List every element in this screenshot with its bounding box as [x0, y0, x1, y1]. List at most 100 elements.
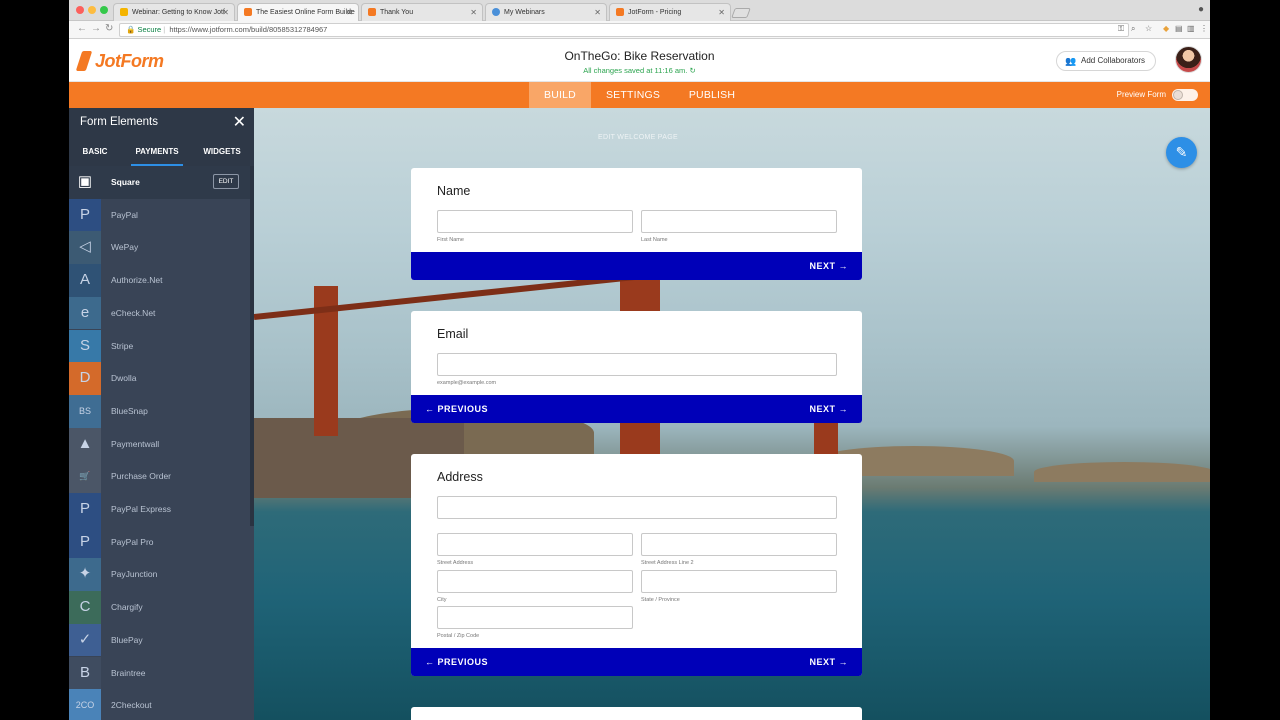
payment-item-label: PayPal Pro [111, 536, 154, 547]
next-button[interactable]: NEXT → [809, 395, 848, 423]
payment-item-echeck-net[interactable]: e eCheck.Net [69, 296, 250, 330]
postal-code-field[interactable] [437, 606, 633, 629]
payment-item-braintree[interactable]: B Braintree [69, 656, 250, 690]
webinar-favicon-icon [120, 8, 128, 16]
menu-dots-icon[interactable]: ⋮ [1200, 24, 1208, 33]
payment-item-purchase-order[interactable]: 🛒 Purchase Order [69, 460, 250, 493]
payment-item-payjunction[interactable]: ✦ PayJunction [69, 558, 250, 592]
tab-publish[interactable]: PUBLISH [681, 82, 743, 108]
bluesnap-icon: BS [69, 394, 101, 428]
question-title[interactable]: Name [437, 184, 470, 198]
next-button[interactable]: NEXT → [809, 648, 848, 676]
maximize-window-button[interactable] [100, 6, 108, 14]
globe-icon [492, 8, 500, 16]
payment-item-label: BlueSnap [111, 405, 148, 416]
bluepay-icon: ✓ [69, 623, 101, 657]
arrow-left-icon: ← [425, 657, 435, 667]
extension-icon[interactable]: ▥ [1187, 24, 1195, 33]
payment-item-wepay[interactable]: ◁ WePay [69, 231, 250, 265]
star-icon[interactable]: ☆ [1145, 24, 1152, 33]
url-input[interactable]: 🔒 Secure | https://www.jotform.com/build… [119, 23, 1129, 37]
browser-tab-my-webinars[interactable]: My Webinars ✕ [485, 3, 607, 21]
close-tab-icon[interactable]: ✕ [470, 4, 477, 21]
cart-icon: 🛒 [69, 460, 101, 493]
payment-item-paymentwall[interactable]: ▲ Paymentwall [69, 427, 250, 461]
close-window-button[interactable] [76, 6, 84, 14]
browser-tab-webinar[interactable]: Webinar: Getting to Know Jotf ✕ [113, 3, 235, 21]
extension-icon[interactable]: ◆ [1163, 24, 1169, 33]
tab-title: Thank You [380, 9, 414, 16]
close-tab-icon[interactable]: ✕ [718, 4, 725, 21]
browser-tab-thank-you[interactable]: Thank You ✕ [361, 3, 483, 21]
street-address-field[interactable] [437, 533, 633, 556]
street-address-line2-field[interactable] [641, 533, 837, 556]
tab-payments[interactable]: PAYMENTS [121, 138, 193, 166]
profile-icon[interactable]: ● [1198, 4, 1204, 15]
email-field[interactable] [437, 353, 837, 376]
close-tab-icon[interactable]: ✕ [346, 4, 353, 21]
form-title[interactable]: OnTheGo: Bike Reservation [69, 49, 1210, 63]
next-button[interactable]: NEXT → [809, 252, 848, 280]
preview-form-toggle[interactable] [1172, 89, 1198, 101]
payment-item-dwolla[interactable]: D Dwolla [69, 362, 250, 395]
paypal-express-icon: P [69, 493, 101, 526]
forward-arrow-icon[interactable]: → [91, 23, 101, 34]
tab-title: My Webinars [504, 9, 545, 16]
arrow-right-icon: → [838, 404, 848, 414]
close-tab-icon[interactable]: ✕ [222, 4, 229, 21]
next-label: NEXT [809, 261, 836, 271]
edit-welcome-page-link[interactable]: EDIT WELCOME PAGE [254, 134, 1022, 141]
form-designer-button[interactable]: ✎ [1166, 137, 1197, 168]
add-collaborators-button[interactable]: 👥 Add Collaborators [1056, 51, 1156, 71]
previous-button[interactable]: ← PREVIOUS [425, 395, 488, 423]
back-arrow-icon[interactable]: ← [77, 23, 87, 34]
zoom-icon[interactable]: ⌕ [1131, 24, 1135, 34]
question-title[interactable]: Address [437, 470, 483, 484]
last-name-field[interactable] [641, 210, 837, 233]
sublabel: First Name [437, 237, 464, 243]
payment-item-chargify[interactable]: C Chargify [69, 591, 250, 624]
edit-button[interactable]: EDIT [213, 174, 239, 189]
browser-tab-form-builder[interactable]: The Easiest Online Form Builde ✕ [237, 3, 359, 21]
save-status: All changes saved at 11:16 am. ↻ [69, 66, 1210, 75]
state-field[interactable] [641, 570, 837, 593]
close-icon[interactable]: ✕ [233, 112, 246, 132]
close-tab-icon[interactable]: ✕ [594, 4, 601, 21]
wepay-icon: ◁ [69, 231, 101, 265]
payment-item-label: Chargify [111, 602, 143, 613]
payment-item-authorize-net[interactable]: A Authorize.Net [69, 264, 250, 297]
payment-item-stripe[interactable]: S Stripe [69, 329, 250, 363]
payment-item-bluesnap[interactable]: BS BlueSnap [69, 394, 250, 428]
browser-tab-pricing[interactable]: JotForm - Pricing ✕ [609, 3, 731, 21]
avatar[interactable] [1175, 46, 1202, 73]
payment-item-paypal[interactable]: P PayPal [69, 198, 250, 232]
payment-item-2checkout[interactable]: 2CO 2Checkout [69, 689, 250, 720]
sublabel: Street Address Line 2 [641, 560, 694, 566]
tab-basic[interactable]: BASIC [69, 138, 121, 166]
tab-settings[interactable]: SETTINGS [599, 82, 667, 108]
tab-build[interactable]: BUILD [529, 82, 591, 108]
payment-item-label: 2Checkout [111, 700, 152, 711]
panel-title: Form Elements [80, 116, 158, 128]
reload-icon[interactable]: ↻ [105, 23, 113, 34]
payment-item-label: Authorize.Net [111, 275, 163, 286]
first-name-field[interactable] [437, 210, 633, 233]
builder-nav-bar: BUILD SETTINGS PUBLISH Preview Form [69, 82, 1210, 108]
next-label: NEXT [809, 404, 836, 414]
previous-button[interactable]: ← PREVIOUS [425, 648, 488, 676]
minimize-window-button[interactable] [88, 6, 96, 14]
address-field[interactable] [437, 496, 837, 519]
tab-widgets[interactable]: WIDGETS [193, 138, 251, 166]
extension-icon[interactable]: ▤ [1175, 24, 1183, 33]
question-title[interactable]: Email [437, 327, 468, 341]
previous-label: PREVIOUS [437, 657, 489, 667]
new-tab-button[interactable] [731, 8, 751, 18]
payment-item-paypal-pro[interactable]: P PayPal Pro [69, 525, 250, 559]
payment-item-paypal-express[interactable]: P PayPal Express [69, 493, 250, 526]
url-text: https://www.jotform.com/build/8058531278… [169, 25, 328, 34]
panel-scrollbar[interactable] [250, 166, 254, 526]
key-icon[interactable]: ⚿ [1118, 24, 1124, 34]
payment-item-square[interactable]: ▣ Square EDIT [69, 166, 250, 199]
payment-item-bluepay[interactable]: ✓ BluePay [69, 623, 250, 657]
city-field[interactable] [437, 570, 633, 593]
